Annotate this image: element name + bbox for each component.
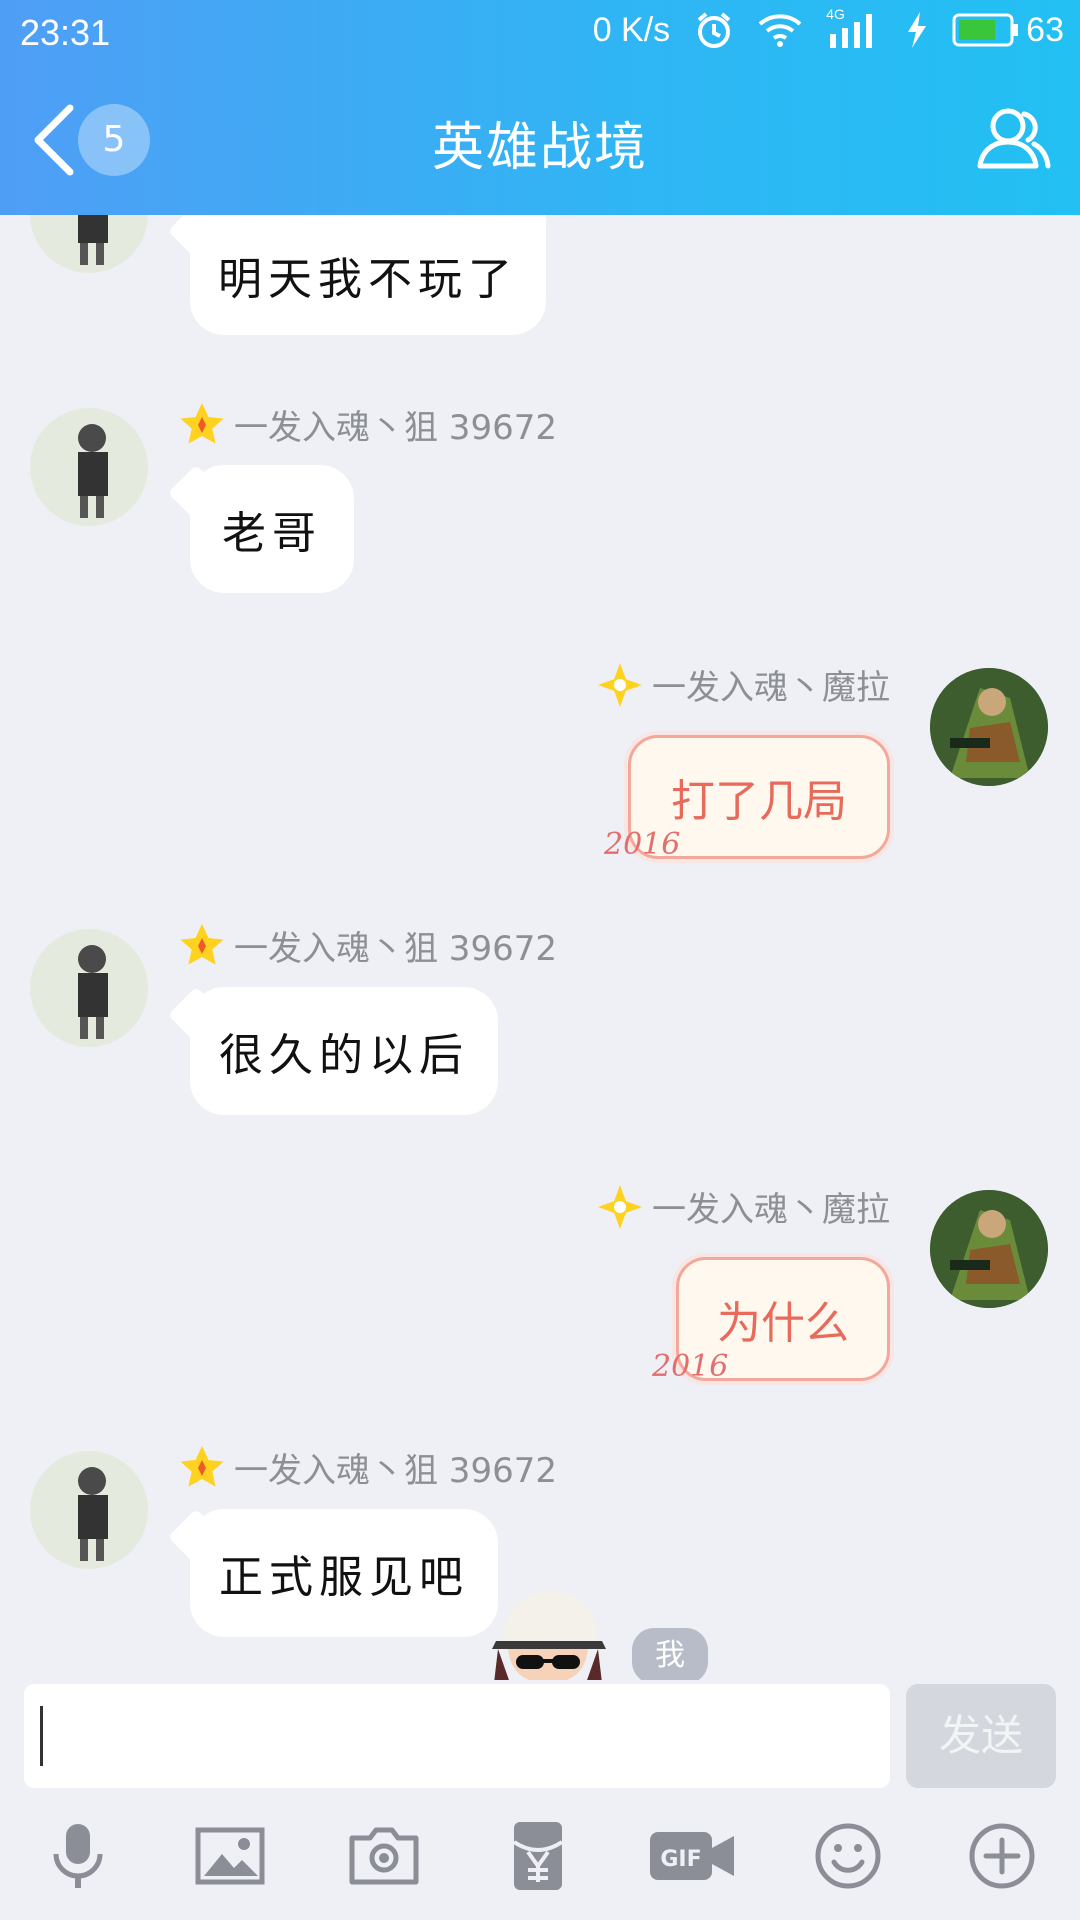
message-bubble[interactable]: 正式服见吧 [190,1509,498,1637]
plus-icon[interactable] [964,1818,1040,1894]
send-button[interactable]: 发送 [906,1684,1056,1788]
message-text: 为什么 [717,1298,849,1349]
gif-icon[interactable]: GIF [648,1818,738,1894]
battery-icon: 63 [952,11,1064,50]
avatar[interactable] [30,929,148,1047]
composer-toolbar: GIF [0,1790,1080,1920]
sender-name: 一发入魂丶魔拉 [596,1182,890,1231]
chat-message-list[interactable]: 明天我不玩了 一发入魂丶狙 39672 老哥 一发入魂丶魔拉 打了几局 2016 [0,215,1080,1680]
camera-icon[interactable] [346,1818,422,1894]
sender-name: 一发入魂丶狙 39672 [178,400,557,449]
avatar[interactable] [30,215,148,273]
message-text: 明天我不玩了 [218,254,518,305]
message-text: 正式服见吧 [219,1552,469,1603]
message-bubble[interactable]: 明天我不玩了 [190,215,546,335]
charging-icon [908,12,927,48]
message-bubble[interactable]: 老哥 [190,465,354,593]
image-icon[interactable] [192,1818,268,1894]
microphone-icon[interactable] [40,1818,116,1894]
diamond-badge-icon [598,662,642,707]
net-speed: 0 K/s [592,10,671,49]
diamond-badge-icon [598,1184,642,1229]
text-cursor [40,1706,43,1766]
message-input[interactable] [24,1684,890,1788]
avatar[interactable] [30,1451,148,1569]
avatar[interactable] [930,668,1048,786]
sticker-character[interactable] [488,1583,608,1683]
emoji-icon[interactable] [810,1818,886,1894]
star-badge-icon [180,402,224,444]
avatar[interactable] [930,1190,1048,1308]
sender-label: 一发入魂丶魔拉 [652,668,890,708]
sender-name: 一发入魂丶魔拉 [596,660,890,709]
sender-label: 一发入魂丶狙 39672 [234,408,557,448]
sender-label: 一发入魂丶魔拉 [652,1190,890,1230]
message-bubble[interactable]: 很久的以后 [190,987,498,1115]
star-badge-icon [180,923,224,965]
clock: 23:31 [20,12,111,53]
chat-header: 23:31 0 K/s 4G 63 5 英雄战境 [0,0,1080,215]
red-packet-icon[interactable] [500,1818,576,1894]
status-bar: 23:31 0 K/s 4G 63 [0,0,1080,66]
battery-level: 63 [1026,10,1064,49]
svg-text:GIF: GIF [660,1847,701,1872]
sender-label: 一发入魂丶狙 39672 [234,1451,557,1491]
signal-icon: 4G [826,6,882,50]
bubble-2016-decoration: 2016 [604,827,681,862]
message-composer: 发送 [0,1680,1080,1790]
sender-name: 一发入魂丶狙 39672 [178,1443,557,1492]
alarm-icon [697,12,731,48]
sender-label: 一发入魂丶狙 39672 [234,929,557,969]
sender-name: 一发入魂丶狙 39672 [178,921,557,970]
me-indicator[interactable]: 我 [632,1628,708,1680]
star-badge-icon [180,1445,224,1487]
message-text: 老哥 [222,508,322,559]
group-members-icon[interactable] [974,100,1054,180]
wifi-icon [758,14,802,47]
message-text: 很久的以后 [219,1030,469,1081]
status-icons: 0 K/s 4G 63 [592,6,1064,50]
avatar[interactable] [30,408,148,526]
message-text: 打了几局 [671,776,847,827]
bubble-2016-decoration: 2016 [652,1349,729,1384]
page-title: 英雄战境 [431,118,648,178]
